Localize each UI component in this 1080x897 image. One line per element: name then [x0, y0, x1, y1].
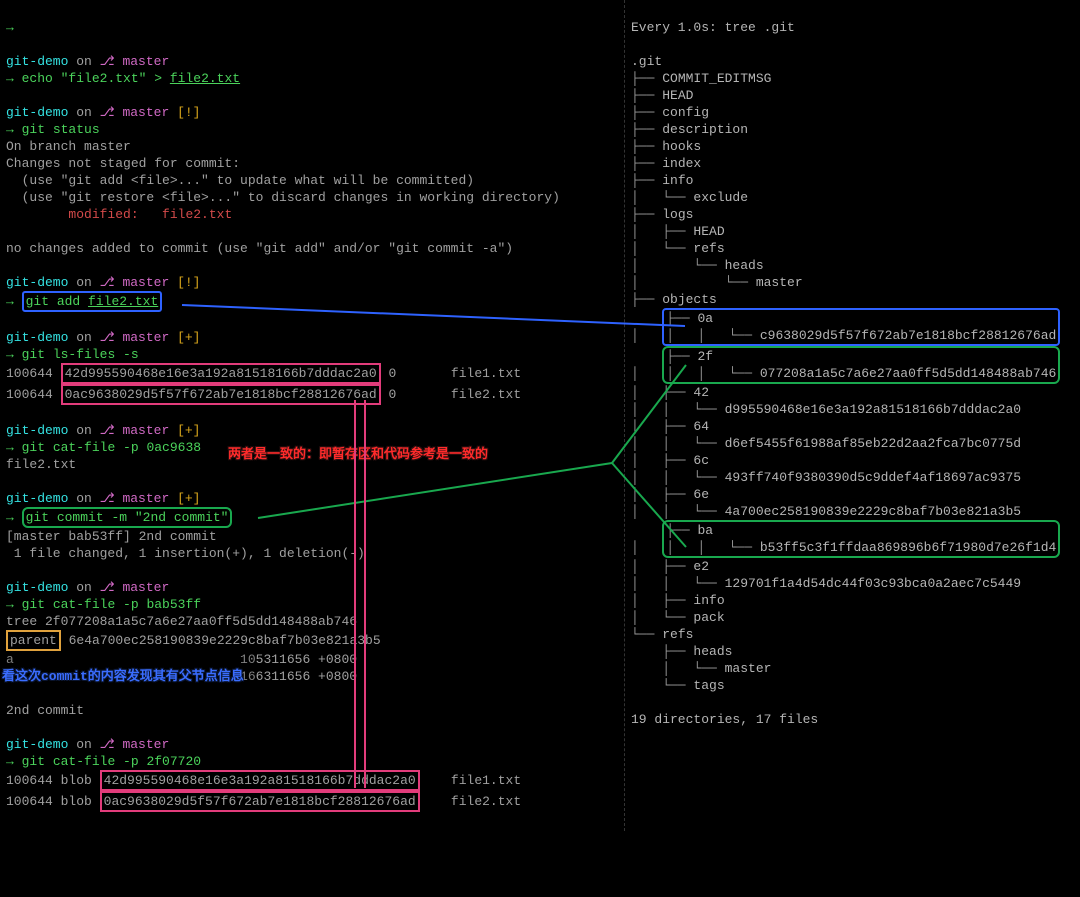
tree-hash-box: 42d995590468e16e3a192a81518166b7dddac2a0 — [100, 770, 420, 791]
cmd-cat-file-0ac: git cat-file -p 0ac9638 — [22, 440, 201, 455]
parent-label-box: parent — [6, 630, 61, 651]
commit-output: [master bab53ff] 2nd commit — [6, 529, 217, 544]
left-pane[interactable]: → git-demo on ⎇ master → echo "file2.txt… — [0, 0, 625, 831]
ls-hash-box: 42d995590468e16e3a192a81518166b7dddac2a0 — [61, 363, 381, 384]
annotation-red: 两者是一致的：即暂存区和代码参考是一致的 — [228, 446, 488, 463]
watch-header: Every 1.0s: tree .git — [631, 20, 795, 35]
cmd-echo: echo "file2.txt" > — [22, 71, 162, 86]
object-0a-box: ├── 0a │ │ └── c9638029d5f57f672ab7e1818… — [662, 308, 1060, 346]
tree-summary: 19 directories, 17 files — [631, 712, 818, 727]
right-pane[interactable]: Every 1.0s: tree .git .git ├── COMMIT_ED… — [625, 0, 1080, 831]
cmd-cat-file-bab: git cat-file -p bab53ff — [22, 597, 201, 612]
cmd-ls-files: git ls-files -s — [22, 347, 139, 362]
tree-hash-box: 0ac9638029d5f57f672ab7e1818bcf28812676ad — [100, 791, 420, 812]
cmd-cat-file-2f0: git cat-file -p 2f07720 — [22, 754, 201, 769]
tree-root: .git — [631, 54, 662, 69]
ls-hash-box: 0ac9638029d5f57f672ab7e1818bcf28812676ad — [61, 384, 381, 405]
terminal-screen: → git-demo on ⎇ master → echo "file2.txt… — [0, 0, 1080, 831]
cmd-git-add-box: git add file2.txt — [22, 291, 163, 312]
status-branch: On branch master — [6, 139, 131, 154]
object-ba-box: ├── ba │ │ └── b53ff5c3f1ffdaa869896b6f7… — [662, 520, 1060, 558]
cmd-commit-box: git commit -m "2nd commit" — [22, 507, 233, 528]
cmd-git-status: git status — [22, 122, 100, 137]
object-2f-box: ├── 2f │ │ └── 077208a1a5c7a6e27aa0ff5d5… — [662, 346, 1060, 384]
prompt-dir: git-demo — [6, 54, 68, 69]
annotation-blue: 看这次commit的内容发现其有父节点信息 — [2, 668, 244, 685]
